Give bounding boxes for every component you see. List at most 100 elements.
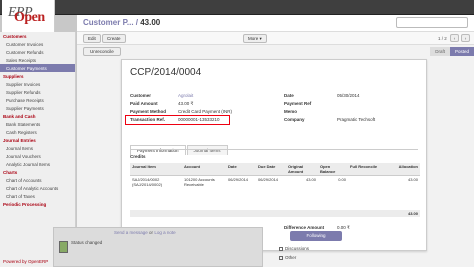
next-record-icon[interactable]: › (461, 34, 470, 42)
log-note-link[interactable]: Log a note (154, 230, 175, 235)
cell-allocation: 43.00 (407, 177, 418, 182)
payment-method-value: Credit Card Payment (INR) (178, 109, 233, 114)
paid-amount-value: 43.00 ₹ (178, 101, 194, 106)
breadcrumb-current: 43.00 (140, 18, 161, 27)
credits-label: Credits (130, 154, 146, 159)
sidebar-item-supplier-refunds[interactable]: Supplier Refunds (0, 88, 75, 96)
memo-label: Memo (284, 109, 298, 114)
breadcrumb-parent[interactable]: Customer P... (83, 18, 134, 27)
difference-amount-label: Difference Amount (284, 225, 325, 230)
sidebar-section-journal-entries: Journal Entries (3, 138, 36, 143)
cell-journal-item: SAJ/2014/0002 (SAJ/2014/0002) (132, 177, 163, 187)
state-draft: Draft (430, 47, 450, 56)
customer-value[interactable]: Agrolait (178, 93, 193, 98)
table-header-row: Journal Item Account Date Due Date Origi… (130, 163, 420, 176)
sidebar-item-chart-of-analytic-accounts[interactable]: Chart of Analytic Accounts (0, 184, 75, 192)
toolbar: Edit Create More ▾ 1 / 2 ‹ › (77, 32, 474, 45)
cell-date: 06/29/2014 (228, 177, 249, 182)
logo-text-open: Open (14, 10, 45, 25)
top-menu-bar (0, 0, 474, 15)
cell-due-date: 06/29/2014 (258, 177, 279, 182)
col-due-date[interactable]: Due Date (256, 163, 286, 176)
search-input[interactable] (396, 17, 468, 28)
transaction-ref-value: 00000001-13533210 (178, 117, 220, 122)
company-label: Company (284, 117, 305, 122)
more-dropdown[interactable]: More ▾ (243, 34, 267, 43)
chatter-message: Status changed (71, 240, 103, 245)
pager: 1 / 2 ‹ › (438, 34, 470, 42)
sidebar-item-supplier-invoices[interactable]: Supplier Invoices (0, 80, 75, 88)
sidebar-item-analytic-journal-items[interactable]: Analytic Journal Items (0, 160, 75, 168)
checkbox-icon[interactable] (279, 246, 283, 251)
chatter-actions: Send a message or Log a note (114, 230, 176, 235)
previous-record-icon[interactable]: ‹ (450, 34, 459, 42)
payment-method-label: Payment Method (130, 109, 167, 114)
chatter-panel: Send a message or Log a note Status chan… (53, 227, 263, 267)
customer-label: Customer (130, 93, 152, 98)
send-message-link[interactable]: Send a message (114, 230, 148, 235)
tab-journal-items[interactable]: Journal Items (186, 145, 228, 155)
sidebar-section-periodic-processing: Periodic Processing (3, 202, 47, 207)
edit-button[interactable]: Edit (83, 34, 101, 43)
sidebar-item-bank-statements[interactable]: Bank Statements (0, 120, 75, 128)
sidebar-section-suppliers: Suppliers (3, 74, 24, 79)
chatter-or: or (149, 230, 154, 235)
col-allocation[interactable]: Allocation (382, 163, 420, 176)
cell-original-amount: 43.00 (305, 177, 316, 182)
col-journal-item[interactable]: Journal Item (130, 163, 182, 176)
col-full-reconcile[interactable]: Full Reconcile (348, 163, 382, 176)
openerp-logo[interactable]: Open ERP (2, 0, 55, 32)
follower-other-label: Other (285, 255, 297, 260)
follower-checkbox-discussions[interactable]: Discussions (279, 246, 309, 251)
paid-amount-label: Paid Amount (130, 101, 158, 106)
date-value: 05/30/2014 (337, 93, 360, 98)
status-bar: Unreconcile Draft Posted (77, 45, 474, 58)
sidebar-item-journal-vouchers[interactable]: Journal Vouchers (0, 152, 75, 160)
sidebar-item-customer-refunds[interactable]: Customer Refunds (0, 48, 75, 56)
company-value: Pragmatic Techsoft (337, 117, 376, 122)
col-original-amount[interactable]: Original Amount (286, 163, 318, 176)
col-date[interactable]: Date (226, 163, 256, 176)
sidebar-item-supplier-payments[interactable]: Supplier Payments (0, 104, 75, 112)
sidebar-item-customer-payments[interactable]: Customer Payments (0, 64, 75, 72)
date-label: Date (284, 93, 294, 98)
sidebar-section-charts: Charts (3, 170, 18, 175)
sidebar-item-chart-of-taxes[interactable]: Chart of Taxes (0, 192, 75, 200)
col-open-balance[interactable]: Open Balance (318, 163, 348, 176)
form-sheet: CCP/2014/0004 Customer Agrolait Paid Amo… (121, 59, 427, 251)
unreconcile-button[interactable]: Unreconcile (83, 47, 121, 56)
col-account[interactable]: Account (182, 163, 226, 176)
sidebar-item-journal-items[interactable]: Journal Items (0, 144, 75, 152)
powered-by[interactable]: Powered by OpenERP (3, 259, 48, 264)
checkbox-icon[interactable] (279, 255, 283, 260)
sidebar-item-purchase-receipts[interactable]: Purchase Receipts (0, 96, 75, 104)
breadcrumb-bar: Customer P... / 43.00 (77, 15, 474, 32)
following-button[interactable]: Following (290, 231, 342, 241)
cell-account: 101200 Accounts Receivable (184, 177, 215, 187)
sidebar-item-chart-of-accounts[interactable]: Chart of Accounts (0, 176, 75, 184)
total-allocation: 43.00 (382, 210, 420, 217)
sidebar-item-cash-registers[interactable]: Cash Registers (0, 128, 75, 136)
avatar (59, 241, 68, 253)
breadcrumb: Customer P... / 43.00 (83, 18, 161, 27)
tab-divider (130, 149, 418, 150)
sidebar-item-customer-invoices[interactable]: Customer Invoices (0, 40, 75, 48)
follower-checkbox-other[interactable]: Other (279, 255, 296, 260)
form-tabs: Payment Information Journal Items (130, 139, 229, 155)
sidebar-section-bank-cash: Bank and Cash (3, 114, 36, 119)
record-title: CCP/2014/0004 (130, 67, 202, 78)
state-indicator: Draft Posted (430, 47, 474, 56)
table-total-row: 43.00 (130, 210, 420, 217)
credits-table: Journal Item Account Date Due Date Origi… (130, 163, 420, 217)
payment-ref-label: Payment Ref (284, 101, 312, 106)
state-posted: Posted (449, 47, 474, 56)
create-button[interactable]: Create (102, 34, 126, 43)
follower-discussions-label: Discussions (285, 246, 310, 251)
table-row[interactable]: SAJ/2014/0002 (SAJ/2014/0002) 101200 Acc… (130, 176, 420, 189)
cell-open-balance: 0.00 (338, 177, 346, 182)
cell-full-reconcile[interactable] (348, 176, 382, 189)
pager-value: 1 / 2 (437, 36, 447, 41)
sidebar-section-customers: Customers (3, 34, 27, 39)
sidebar-item-sales-receipts[interactable]: Sales Receipts (0, 56, 75, 64)
transaction-ref-label: Transaction Ref. (130, 117, 166, 122)
